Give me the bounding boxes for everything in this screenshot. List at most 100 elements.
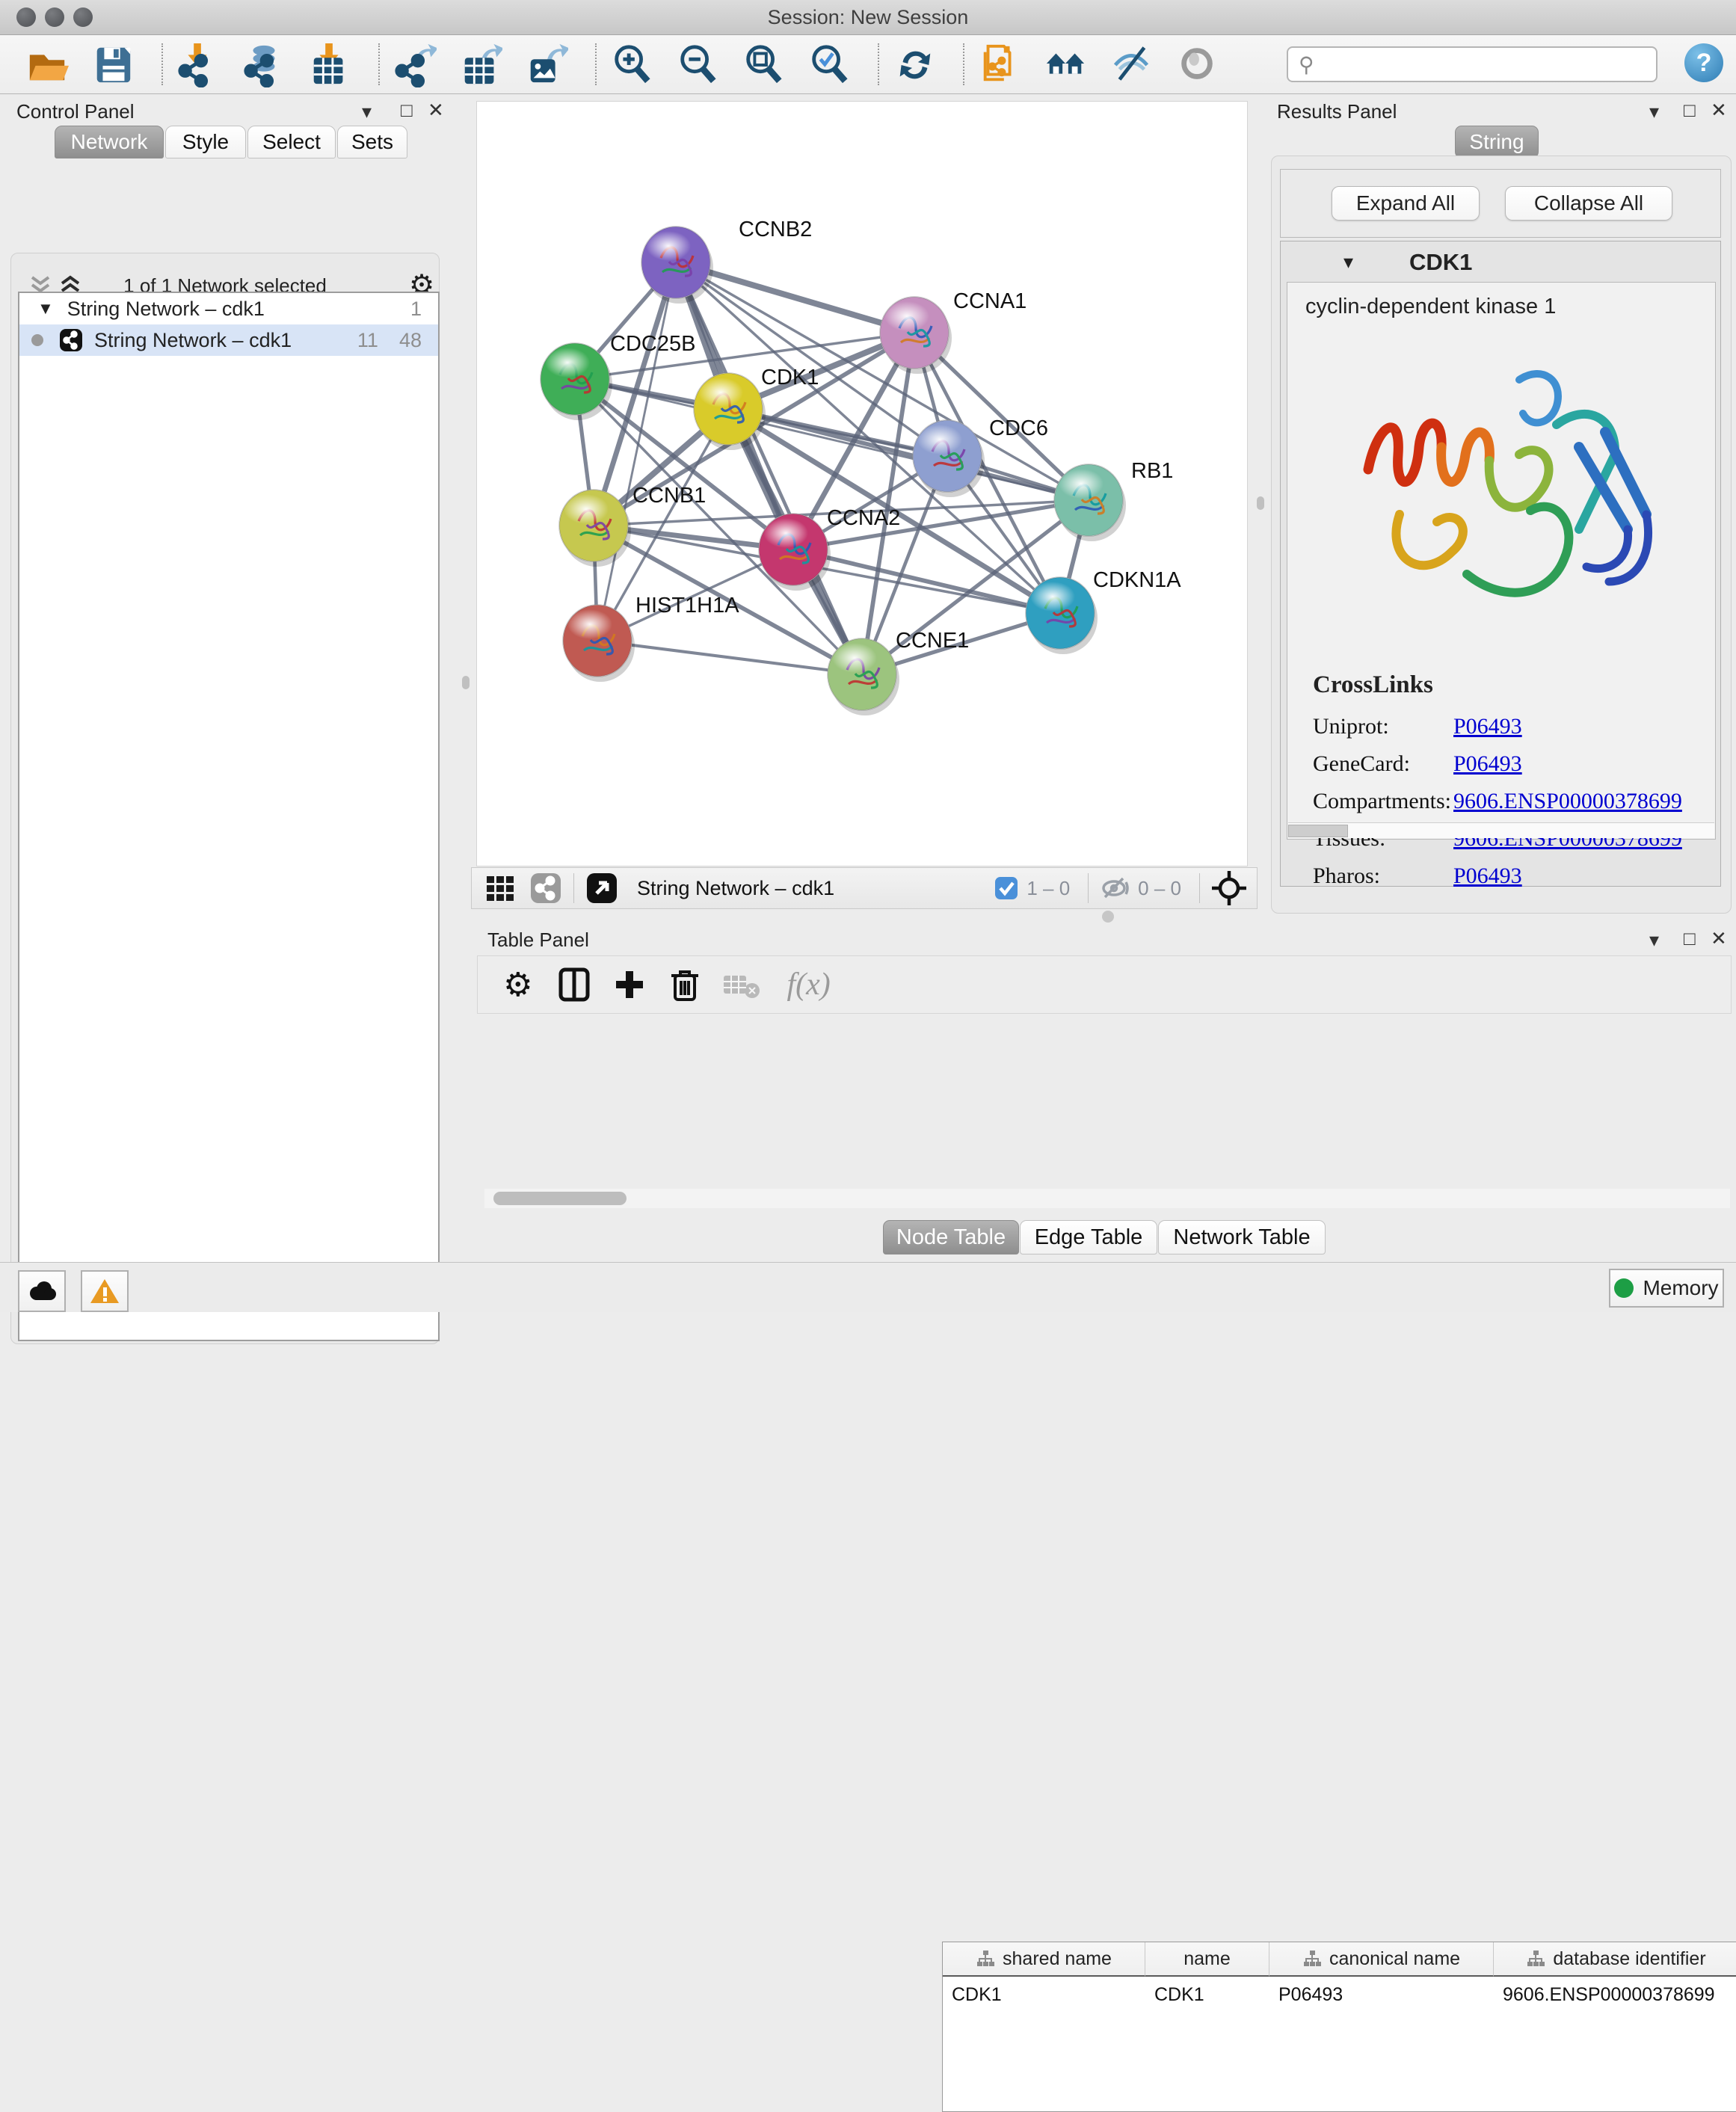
table-cell[interactable]: 9606.ENSP00000378699 bbox=[1494, 1978, 1736, 2011]
hidden-eye-slash-icon bbox=[1099, 875, 1130, 901]
left-splitter-handle[interactable] bbox=[462, 676, 470, 689]
column-header-label: shared name bbox=[1003, 1948, 1112, 1970]
birdseye-view-icon[interactable] bbox=[585, 871, 619, 905]
export-table-icon bbox=[459, 41, 502, 87]
table-panel-float-icon[interactable]: □ bbox=[1684, 927, 1696, 950]
tab-node-table[interactable]: Node Table bbox=[883, 1220, 1019, 1254]
expand-all-button[interactable]: Expand All bbox=[1332, 186, 1480, 221]
save-session-button[interactable] bbox=[91, 43, 135, 86]
network-node-CDKN1A[interactable] bbox=[1026, 577, 1098, 654]
collection-count: 1 bbox=[410, 298, 422, 321]
tab-edge-table[interactable]: Edge Table bbox=[1020, 1220, 1157, 1254]
network-node-RB1[interactable] bbox=[1054, 464, 1126, 541]
zoom-out-button[interactable] bbox=[676, 43, 719, 86]
column-header-canonical-name[interactable]: canonical name bbox=[1269, 1942, 1494, 1977]
clone-network-icon bbox=[978, 41, 1021, 87]
import-table-button[interactable] bbox=[308, 43, 351, 86]
export-image-button[interactable] bbox=[525, 43, 568, 86]
node-label-CDC6: CDC6 bbox=[989, 416, 1048, 440]
crosslink-link[interactable]: 9606.ENSP00000378699 bbox=[1453, 789, 1682, 814]
memory-button[interactable]: Memory bbox=[1609, 1269, 1724, 1308]
search-field[interactable]: ⚲ bbox=[1287, 46, 1657, 82]
gene-section-collapse-icon[interactable]: ▾ bbox=[1343, 250, 1353, 274]
column-header-database-identifier[interactable]: database identifier bbox=[1494, 1942, 1736, 1977]
tab-network-table[interactable]: Network Table bbox=[1158, 1220, 1326, 1254]
results-hscrollbar-track[interactable] bbox=[1288, 822, 1714, 838]
network-collection-row[interactable]: ▼ String Network – cdk1 1 bbox=[19, 293, 438, 324]
tree-expand-icon[interactable]: ▼ bbox=[37, 299, 54, 318]
edge-HIST1H1A-CCNE1[interactable] bbox=[597, 641, 862, 674]
grid-view-icon[interactable] bbox=[485, 873, 518, 903]
edge-CCNB2-HIST1H1A[interactable] bbox=[597, 262, 676, 641]
control-panel-title: Control Panel bbox=[16, 100, 135, 123]
column-header-shared-name[interactable]: shared name bbox=[943, 1942, 1145, 1977]
selected-checkbox-icon[interactable] bbox=[994, 875, 1019, 901]
create-column-plus-icon[interactable] bbox=[613, 968, 646, 1001]
crosslink-row: Pharos: P06493 bbox=[1313, 863, 1702, 889]
network-canvas[interactable]: CCNB2 CCNA1 CDC25B CDK1 bbox=[476, 101, 1248, 866]
table-cell[interactable]: P06493 bbox=[1269, 1978, 1494, 2011]
node-label-CDK1: CDK1 bbox=[761, 366, 819, 390]
zoom-in-button[interactable] bbox=[610, 43, 653, 86]
open-session-button[interactable] bbox=[25, 43, 69, 86]
table-cell[interactable]: CDK1 bbox=[1145, 1978, 1269, 2011]
import-table-icon bbox=[308, 41, 351, 87]
results-hscrollbar-thumb[interactable] bbox=[1288, 825, 1348, 837]
table-cell[interactable]: CDK1 bbox=[943, 1978, 1145, 2011]
window-titlebar: Session: New Session bbox=[0, 0, 1736, 35]
export-table-button[interactable] bbox=[459, 43, 502, 86]
table-panel-collapse-icon[interactable]: ▾ bbox=[1649, 929, 1659, 952]
warning-status-button[interactable] bbox=[81, 1270, 129, 1312]
control-panel-collapse-icon[interactable]: ▾ bbox=[362, 100, 372, 123]
cloud-status-button[interactable] bbox=[18, 1270, 66, 1312]
search-icon: ⚲ bbox=[1299, 52, 1314, 77]
refresh-icon bbox=[893, 41, 936, 87]
search-input[interactable] bbox=[1322, 52, 1639, 77]
crosshair-icon[interactable] bbox=[1210, 869, 1248, 907]
import-network-file-button[interactable] bbox=[176, 43, 220, 86]
network-node-CDK1[interactable] bbox=[694, 373, 766, 450]
tab-string[interactable]: String bbox=[1455, 126, 1539, 158]
table-hscrollbar-thumb[interactable] bbox=[493, 1192, 627, 1205]
open-session-home-button[interactable] bbox=[1044, 43, 1087, 86]
network-node-CCNA1[interactable] bbox=[880, 297, 952, 374]
table-panel-close-icon[interactable]: ✕ bbox=[1711, 927, 1727, 950]
network-node-CDC25B[interactable] bbox=[541, 343, 612, 420]
hide-graphics-details-button[interactable] bbox=[1109, 43, 1153, 86]
tab-select[interactable]: Select bbox=[247, 126, 336, 158]
results-panel-float-icon[interactable]: □ bbox=[1684, 99, 1696, 122]
column-header-name[interactable]: name bbox=[1145, 1942, 1269, 1977]
toolbar-group-separator bbox=[595, 43, 597, 85]
collapse-all-button[interactable]: Collapse All bbox=[1505, 186, 1672, 221]
help-button[interactable]: ? bbox=[1684, 43, 1723, 82]
clone-network-button[interactable] bbox=[978, 43, 1021, 86]
zoom-selected-button[interactable] bbox=[807, 43, 851, 86]
network-share-icon[interactable] bbox=[529, 871, 563, 905]
control-panel-float-icon[interactable]: □ bbox=[401, 99, 413, 122]
crosslink-link[interactable]: P06493 bbox=[1453, 751, 1522, 777]
results-panel-collapse-icon[interactable]: ▾ bbox=[1649, 100, 1659, 123]
export-network-button[interactable] bbox=[393, 43, 437, 86]
import-network-database-button[interactable] bbox=[242, 43, 286, 86]
network-row[interactable]: String Network – cdk1 11 48 bbox=[19, 324, 438, 356]
table-hscrollbar-track[interactable] bbox=[484, 1189, 1730, 1208]
toolbar-group-separator bbox=[963, 43, 964, 85]
crosslink-link[interactable]: P06493 bbox=[1453, 863, 1522, 889]
control-panel-close-icon[interactable]: ✕ bbox=[428, 99, 444, 122]
tab-style[interactable]: Style bbox=[165, 126, 246, 158]
network-node-CDC6[interactable] bbox=[913, 420, 985, 497]
gene-detail-card: cyclin-dependent kinase 1 CrossLinks bbox=[1287, 282, 1716, 840]
show-graphics-details-button[interactable] bbox=[1175, 43, 1219, 86]
apply-layout-button[interactable] bbox=[893, 43, 936, 86]
network-node-HIST1H1A[interactable] bbox=[563, 605, 635, 682]
crosslink-link[interactable]: P06493 bbox=[1453, 714, 1522, 739]
tab-network[interactable]: Network bbox=[55, 126, 164, 158]
delete-column-trash-icon[interactable] bbox=[670, 967, 700, 1003]
tab-sets[interactable]: Sets bbox=[337, 126, 407, 158]
results-panel-close-icon[interactable]: ✕ bbox=[1711, 99, 1727, 122]
table-settings-gear-icon[interactable]: ⚙ bbox=[503, 966, 532, 1004]
show-columns-icon[interactable] bbox=[558, 967, 591, 1003]
export-image-icon bbox=[525, 41, 568, 87]
zoom-fit-button[interactable] bbox=[742, 43, 785, 86]
network-node-CCNE1[interactable] bbox=[828, 638, 899, 715]
